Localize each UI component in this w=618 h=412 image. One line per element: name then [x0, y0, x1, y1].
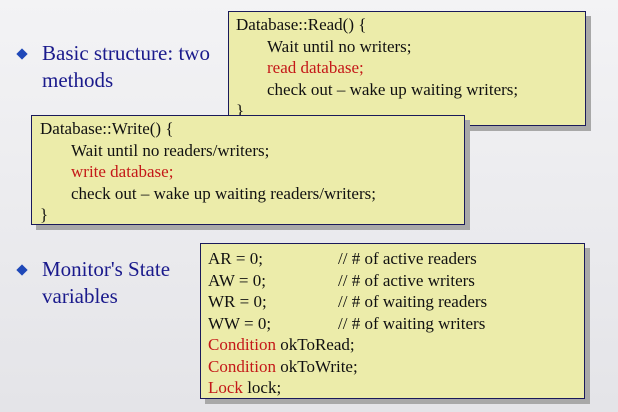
bullet-line: Basic structure: two: [42, 41, 210, 65]
bullet-monitor-state: Monitor's State variables: [16, 256, 170, 310]
typed-decl-line: Lock lock;: [208, 377, 584, 399]
code-line: check out – wake up waiting writers;: [267, 79, 519, 99]
bullet-line: variables: [42, 284, 118, 308]
typed-decl-line: Condition okToRead;: [208, 334, 584, 356]
type-keyword: Condition: [208, 356, 277, 376]
code-line: Database::Read() {: [236, 15, 367, 34]
bullet-text: Basic structure: two methods: [42, 40, 210, 94]
decl-name: lock;: [242, 378, 282, 397]
code-box-state-variables: AR = 0; // # of active readers AW = 0; // …: [200, 243, 585, 399]
bullet-line: methods: [42, 68, 114, 92]
code-box-write: Database::Write() { Wait until no reader…: [31, 115, 465, 225]
code-box-read: Database::Read() { Wait until no writers…: [228, 11, 586, 126]
code-line: Wait until no readers/writers;: [71, 140, 270, 160]
code-line-highlight: read database;: [267, 58, 364, 77]
var-declaration: AW = 0;: [208, 270, 266, 290]
bullet-basic-structure: Basic structure: two methods: [16, 40, 210, 94]
bullet-diamond-icon: [16, 48, 28, 60]
var-comment: // # of waiting readers: [338, 292, 488, 311]
code-line: check out – wake up waiting readers/writ…: [71, 183, 376, 203]
code-line: }: [40, 205, 49, 224]
bullet-diamond-icon: [16, 264, 28, 276]
var-comment: // # of active readers: [338, 249, 477, 268]
code-line-highlight: write database;: [71, 162, 174, 181]
type-keyword: Condition: [208, 335, 277, 354]
var-declaration: WW = 0;: [208, 313, 272, 333]
var-declaration: AR = 0;: [208, 249, 263, 268]
type-keyword: Lock: [208, 378, 243, 397]
state-var-line: WR = 0; // # of waiting readers: [208, 291, 584, 313]
code-line: Wait until no writers;: [267, 36, 412, 56]
decl-name: okToWrite;: [276, 356, 358, 376]
var-comment: // # of active writers: [338, 270, 475, 290]
var-declaration: WR = 0;: [208, 292, 267, 311]
typed-decl-line: Condition okToWrite;: [208, 356, 584, 378]
bullet-text: Monitor's State variables: [42, 256, 170, 310]
state-var-line: AR = 0; // # of active readers: [208, 248, 584, 270]
var-comment: // # of waiting writers: [338, 313, 486, 333]
bullet-line: Monitor's State: [42, 257, 171, 281]
state-var-line: WW = 0; // # of waiting writers: [208, 313, 584, 335]
code-line: Database::Write() {: [40, 119, 174, 138]
state-var-line: AW = 0; // # of active writers: [208, 270, 584, 292]
decl-name: okToRead;: [276, 335, 355, 354]
